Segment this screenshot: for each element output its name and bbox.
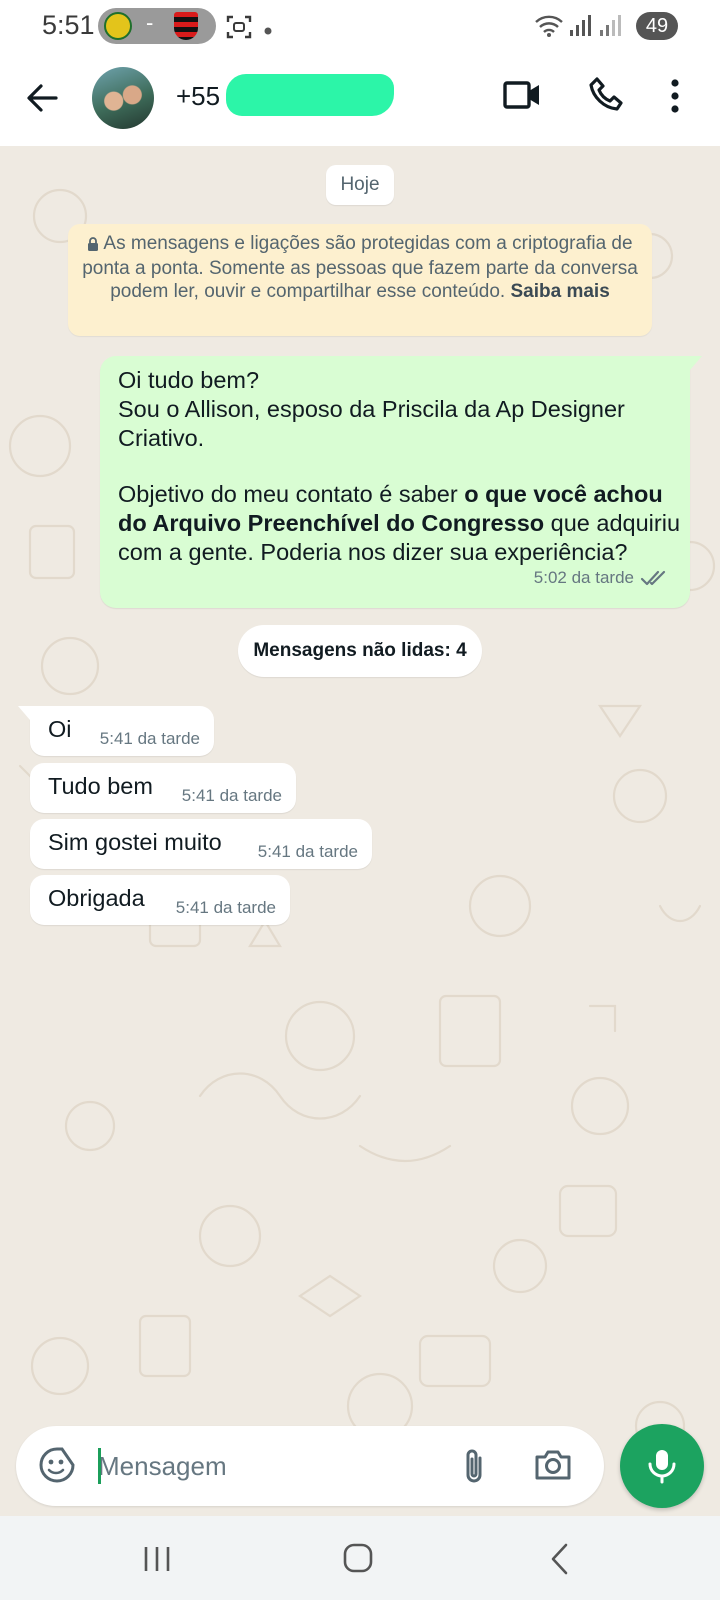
chat-area[interactable]: Hoje As mensagens e ligações são protegi… (0, 146, 720, 1516)
incoming-message[interactable]: Sim gostei muito 5:41 da tarde (30, 819, 372, 869)
date-chip: Hoje (326, 165, 394, 205)
redaction-mark (226, 74, 394, 116)
message-time: 5:41 da tarde (99, 729, 200, 748)
incoming-message[interactable]: Obrigada 5:41 da tarde (30, 875, 290, 925)
team-crest-icon (174, 12, 198, 40)
message-line: Oi tudo bem? (118, 367, 260, 393)
message-time: 5:02 da tarde (533, 568, 634, 587)
system-nav-bar (0, 1516, 720, 1600)
message-line: Objetivo do meu contato é saber o que vo… (118, 480, 672, 509)
mic-icon (648, 1450, 676, 1484)
message-input[interactable] (98, 1444, 448, 1488)
double-check-icon (640, 567, 668, 596)
message-text: que adquiriu (544, 510, 681, 536)
message-text: Obrigada (48, 885, 145, 911)
live-score-pill[interactable]: - (98, 8, 216, 44)
encryption-notice[interactable]: As mensagens e ligações são protegidas c… (68, 224, 652, 336)
signal-icon (568, 14, 592, 43)
message-line: Sou o Allison, esposo da Priscila da Ap … (118, 396, 625, 422)
message-line: do Arquivo Preenchível do Congresso que … (118, 509, 680, 538)
status-time: 5:51 (42, 10, 95, 40)
unread-messages-chip: Mensagens não lidas: 4 (238, 625, 482, 677)
incoming-message[interactable]: Oi 5:41 da tarde (18, 706, 214, 756)
bubble-tail (690, 356, 702, 370)
message-composer (16, 1426, 604, 1506)
signal-icon (598, 14, 622, 43)
message-time: 5:41 da tarde (175, 898, 276, 917)
score-separator: - (146, 10, 154, 35)
message-time: 5:41 da tarde (181, 786, 282, 805)
wifi-icon (534, 14, 564, 43)
nav-back-icon[interactable] (548, 1542, 572, 1581)
back-arrow-icon[interactable] (22, 78, 62, 123)
message-text: Objetivo do meu contato é saber (118, 481, 465, 507)
notification-dot-icon (264, 22, 272, 40)
contact-name[interactable]: +55 (176, 81, 220, 112)
message-text: Sim gostei muito (48, 829, 222, 855)
camera-icon[interactable] (534, 1448, 572, 1487)
recents-icon[interactable] (142, 1544, 172, 1579)
learn-more-link[interactable]: Saiba mais (511, 281, 610, 302)
message-line: Criativo. (118, 425, 205, 451)
chat-header: +55 (0, 52, 720, 146)
message-time: 5:41 da tarde (257, 842, 358, 861)
scan-icon (226, 14, 252, 45)
outgoing-message[interactable]: Oi tudo bem? Sou o Allison, esposo da Pr… (100, 356, 702, 608)
phone-icon[interactable] (588, 76, 626, 119)
team-crest-icon (104, 12, 132, 40)
bubble-tail (18, 706, 30, 720)
battery-indicator: 49 (636, 12, 678, 40)
more-vert-icon[interactable] (670, 78, 680, 119)
incoming-message[interactable]: Tudo bem 5:41 da tarde (30, 763, 296, 813)
message-text: Tudo bem (48, 773, 153, 799)
message-bold-text: do Arquivo Preenchível do Congresso (118, 510, 545, 536)
attach-icon[interactable] (460, 1446, 488, 1491)
status-bar: 5:51 - 49 (0, 0, 720, 52)
text-caret (98, 1448, 101, 1484)
home-icon[interactable] (342, 1542, 374, 1579)
lock-icon (87, 234, 99, 257)
mic-button[interactable] (620, 1424, 704, 1508)
avatar[interactable] (92, 67, 154, 129)
video-call-icon[interactable] (502, 78, 542, 117)
sticker-icon[interactable] (38, 1446, 76, 1489)
message-bold-text: o que você achou (464, 481, 663, 507)
message-meta: 5:02 da tarde (534, 563, 668, 596)
message-text: Oi (48, 716, 72, 742)
